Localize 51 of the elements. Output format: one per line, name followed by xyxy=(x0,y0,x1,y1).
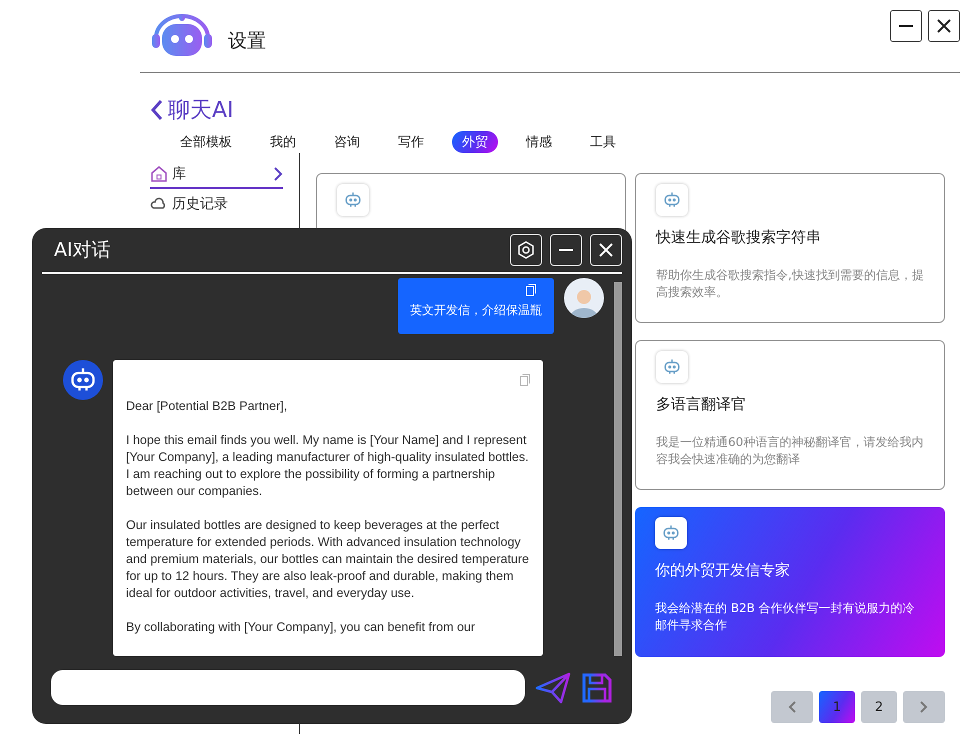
chevron-right-icon xyxy=(920,701,928,713)
window-title: 设置 xyxy=(228,29,267,54)
message-input[interactable] xyxy=(51,670,525,705)
settings-icon xyxy=(517,241,535,259)
home-icon xyxy=(150,165,168,183)
minimize-icon xyxy=(559,249,573,251)
card-description: 帮助你生成谷歌搜索指令,快速找到需要的信息，提高搜索效率。 xyxy=(656,267,924,301)
page-title: 聊天AI xyxy=(168,97,234,125)
chevron-right-icon xyxy=(273,166,283,182)
email-paragraph: Our insulated bottles are designed to keep beverages at the perfect temperature for extended periods. With advanced insulation technology and premium materials, our bottles can maintain the desired temperature for up to 12 hours. They are also leak-proof and durable, making them ideal for outdoor activities, travel, and everyday use. xyxy=(126,517,530,602)
card-title: 快速生成谷歌搜索字符串 xyxy=(656,228,822,247)
robot-icon xyxy=(663,358,681,376)
minimize-icon xyxy=(899,25,913,27)
robot-icon xyxy=(344,191,362,209)
email-paragraph: Dear [Potential B2B Partner], xyxy=(126,398,288,415)
template-card[interactable]: 你的外贸开发信专家 我会给潜在的 B2B 合作伙伴写一封有说服力的冷邮件寻求合作 xyxy=(635,507,945,657)
robot-icon xyxy=(663,191,681,209)
bot-avatar xyxy=(63,360,103,400)
robot-icon xyxy=(662,524,680,542)
category-tab[interactable]: 情感 xyxy=(516,131,562,153)
category-tab[interactable]: 咨询 xyxy=(324,131,370,153)
save-icon[interactable] xyxy=(581,672,613,704)
card-title: 多语言翻译官 xyxy=(656,395,747,414)
scrollbar[interactable] xyxy=(614,282,622,656)
sidebar-item[interactable]: 库 xyxy=(150,165,283,189)
chevron-left-icon xyxy=(788,701,796,713)
settings-button[interactable] xyxy=(510,234,542,266)
sidebar-item[interactable]: 历史记录 xyxy=(150,195,283,219)
close-icon xyxy=(599,243,613,257)
copy-icon[interactable] xyxy=(526,284,536,296)
user-avatar xyxy=(564,278,604,318)
category-tab[interactable]: 外贸 xyxy=(452,131,498,153)
close-button[interactable] xyxy=(928,10,960,42)
card-description: 我会给潜在的 B2B 合作伙伴写一封有说服力的冷邮件寻求合作 xyxy=(655,600,916,634)
close-icon xyxy=(936,18,952,34)
category-tab[interactable]: 写作 xyxy=(388,131,434,153)
send-icon[interactable] xyxy=(535,672,571,704)
card-title: 你的外贸开发信专家 xyxy=(655,561,791,580)
user-message-text: 英文开发信，介绍保温瓶 xyxy=(410,302,542,319)
category-tab[interactable]: 工具 xyxy=(580,131,626,153)
category-tab[interactable]: 全部模板 xyxy=(180,131,242,153)
back-chevron-icon[interactable] xyxy=(150,99,164,121)
page-button[interactable]: 2 xyxy=(861,691,897,723)
template-card[interactable]: 快速生成谷歌搜索字符串 帮助你生成谷歌搜索指令,快速找到需要的信息，提高搜索效率。 xyxy=(635,173,945,323)
minimize-button[interactable] xyxy=(890,10,922,42)
template-card[interactable]: 多语言翻译官 我是一位精通60种语言的神秘翻译官，请发给我内容我会快速准确的为您翻译 xyxy=(635,340,945,490)
dialog-title: AI对话 xyxy=(54,238,111,263)
card-description: 我是一位精通60种语言的神秘翻译官，请发给我内容我会快速准确的为您翻译 xyxy=(656,434,924,468)
email-paragraph: I hope this email finds you well. My name is [Your Name] and I represent [Your Company], a leading manufacturer of high-quality insulated bottles. I am reaching out to explore the possibility of forming a partnership between our companies. xyxy=(126,432,530,500)
email-paragraph: By collaborating with [Your Company], you can benefit from our xyxy=(126,619,476,636)
category-tab[interactable]: 我的 xyxy=(260,131,306,153)
